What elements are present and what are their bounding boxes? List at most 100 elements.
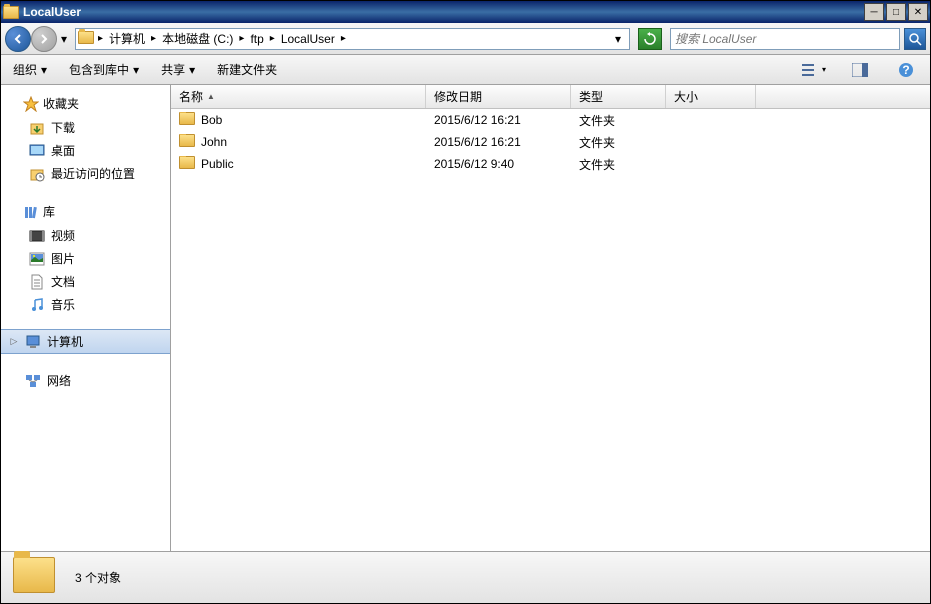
file-name: John <box>201 135 227 149</box>
file-name: Bob <box>201 113 222 127</box>
file-type: 文件夹 <box>571 134 666 151</box>
column-name[interactable]: 名称 ▲ <box>171 85 426 108</box>
window-title: LocalUser <box>23 5 864 19</box>
file-row[interactable]: John 2015/6/12 16:21文件夹 <box>171 131 930 153</box>
search-input[interactable] <box>675 32 895 46</box>
toolbar: 组织▾ 包含到库中▾ 共享▾ 新建文件夹 ▾ ? <box>1 55 930 85</box>
search-button[interactable] <box>904 28 926 50</box>
breadcrumb-segment[interactable]: 本地磁盘 (C:) <box>158 29 237 49</box>
sidebar-item[interactable]: 视频 <box>1 224 170 247</box>
sidebar-item[interactable]: 图片 <box>1 247 170 270</box>
network-label: 网络 <box>47 372 71 389</box>
column-size-label: 大小 <box>674 88 698 105</box>
status-folder-icon <box>13 557 55 599</box>
chevron-right-icon[interactable]: ▸ <box>270 33 275 44</box>
search-bar[interactable] <box>670 28 900 50</box>
sidebar-item-label: 桌面 <box>51 142 75 159</box>
column-spacer <box>756 85 930 108</box>
breadcrumb-segment[interactable]: 计算机 <box>105 29 149 49</box>
address-bar[interactable]: ▸ 计算机▸本地磁盘 (C:)▸ftp▸LocalUser▸ ▾ <box>75 28 630 50</box>
chevron-down-icon: ▾ <box>133 63 139 77</box>
folder-icon <box>179 112 195 128</box>
picture-icon <box>29 251 45 267</box>
chevron-right-icon[interactable]: ▸ <box>151 33 156 44</box>
document-icon <box>29 274 45 290</box>
close-button[interactable]: ✕ <box>908 3 928 21</box>
refresh-button[interactable] <box>638 28 662 50</box>
folder-icon <box>179 156 195 172</box>
sidebar-item[interactable]: 音乐 <box>1 293 170 316</box>
sidebar-item-label: 视频 <box>51 227 75 244</box>
address-dropdown[interactable]: ▾ <box>609 32 627 46</box>
file-row[interactable]: Public2015/6/12 9:40文件夹 <box>171 153 930 175</box>
sidebar-item[interactable]: 文档 <box>1 270 170 293</box>
column-type-label: 类型 <box>579 88 603 105</box>
file-list[interactable]: Bob 2015/6/12 16:21文件夹 John 2015/6/12 16:21… <box>171 109 930 551</box>
view-options-button[interactable]: ▾ <box>802 59 826 81</box>
include-label: 包含到库中 <box>69 61 129 78</box>
sidebar-item-label: 最近访问的位置 <box>51 165 135 182</box>
file-type: 文件夹 <box>571 112 666 129</box>
share-label: 共享 <box>161 61 185 78</box>
chevron-right-icon[interactable]: ▸ <box>239 33 244 44</box>
share-menu[interactable]: 共享▾ <box>161 61 195 78</box>
nav-history-dropdown[interactable]: ▾ <box>57 26 71 52</box>
preview-pane-button[interactable] <box>848 59 872 81</box>
sidebar: 收藏夹 下载桌面最近访问的位置 库 视频图片文档音乐 ▷ 计算机 网络 <box>1 85 171 551</box>
music-icon <box>29 297 45 313</box>
sidebar-item-label: 音乐 <box>51 296 75 313</box>
computer-label: 计算机 <box>47 333 83 350</box>
sidebar-favorites-header[interactable]: 收藏夹 <box>1 91 170 116</box>
forward-button[interactable] <box>31 26 57 52</box>
computer-icon <box>25 334 41 350</box>
column-modified[interactable]: 修改日期 <box>426 85 571 108</box>
status-bar: 3 个对象 <box>1 551 930 603</box>
folder-icon <box>179 134 195 150</box>
maximize-button[interactable]: □ <box>886 3 906 21</box>
column-size[interactable]: 大小 <box>666 85 756 108</box>
download-icon <box>29 120 45 136</box>
column-name-label: 名称 <box>179 88 203 105</box>
expand-icon: ▷ <box>9 336 19 347</box>
status-text: 3 个对象 <box>75 569 121 586</box>
titlebar: LocalUser ─ □ ✕ <box>1 1 930 23</box>
sidebar-item[interactable]: 桌面 <box>1 139 170 162</box>
window-controls: ─ □ ✕ <box>864 3 928 21</box>
sidebar-item[interactable]: 最近访问的位置 <box>1 162 170 185</box>
favorites-label: 收藏夹 <box>43 95 79 112</box>
chevron-down-icon: ▾ <box>41 63 47 77</box>
content-area: 名称▲ 修改日期 类型 大小 Bob2015/6/12 16:21文件夹John… <box>171 85 930 551</box>
back-button[interactable] <box>5 26 31 52</box>
sidebar-favorites-group: 收藏夹 下载桌面最近访问的位置 <box>1 91 170 185</box>
sidebar-network[interactable]: 网络 <box>1 369 170 392</box>
sidebar-computer[interactable]: ▷ 计算机 <box>1 329 171 354</box>
libraries-label: 库 <box>43 203 55 220</box>
sidebar-item-label: 文档 <box>51 273 75 290</box>
recent-icon <box>29 166 45 182</box>
breadcrumb-segment[interactable]: ftp <box>246 29 267 49</box>
nav-arrows: ▾ <box>5 26 71 52</box>
desktop-icon <box>29 143 45 159</box>
file-row[interactable]: Bob 2015/6/12 16:21文件夹 <box>171 109 930 131</box>
organize-menu[interactable]: 组织▾ <box>13 61 47 78</box>
minimize-button[interactable]: ─ <box>864 3 884 21</box>
address-folder-icon <box>78 31 94 47</box>
main-area: 收藏夹 下载桌面最近访问的位置 库 视频图片文档音乐 ▷ 计算机 网络 <box>1 85 930 551</box>
chevron-right-icon[interactable]: ▸ <box>341 33 346 44</box>
sidebar-item[interactable]: 下载 <box>1 116 170 139</box>
include-menu[interactable]: 包含到库中 ▾ <box>69 61 139 78</box>
file-modified: 2015/6/12 16:21 <box>426 135 571 149</box>
new-folder-button[interactable]: 新建文件夹 <box>217 61 277 78</box>
file-modified: 2015/6/12 16:21 <box>426 113 571 127</box>
sort-asc-icon: ▲ <box>207 92 215 101</box>
navbar: ▾ ▸ 计算机▸本地磁盘 (C:)▸ftp▸LocalUser▸ ▾ <box>1 23 930 55</box>
column-headers: 名称 ▲ 修改日期 类型 大小 <box>171 85 930 109</box>
chevron-right-icon[interactable]: ▸ <box>98 33 103 44</box>
column-type[interactable]: 类型 <box>571 85 666 108</box>
file-name: Public <box>201 157 234 171</box>
help-button[interactable]: ? <box>894 59 918 81</box>
chevron-down-icon: ▾ <box>822 65 826 74</box>
sidebar-libraries-header[interactable]: 库 <box>1 199 170 224</box>
breadcrumb-segment[interactable]: LocalUser <box>277 29 339 49</box>
sidebar-item-label: 图片 <box>51 250 75 267</box>
